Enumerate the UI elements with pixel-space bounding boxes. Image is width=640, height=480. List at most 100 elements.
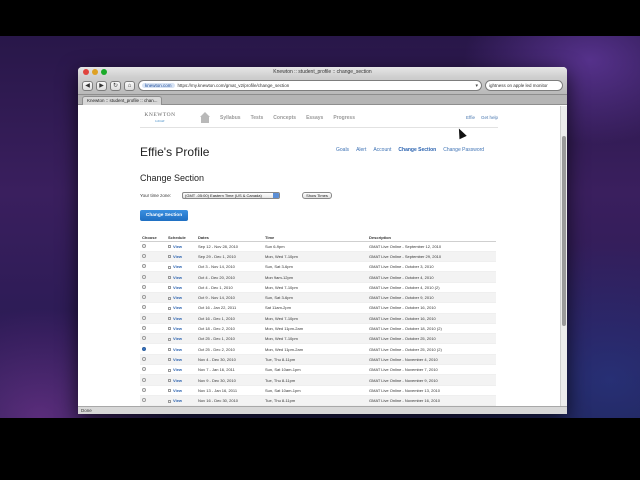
status-bar: Done <box>78 406 567 414</box>
section-radio[interactable] <box>142 305 146 310</box>
view-schedule-link[interactable]: View <box>173 367 182 372</box>
view-schedule-link[interactable]: View <box>173 347 182 352</box>
view-schedule-link[interactable]: View <box>173 305 182 310</box>
minimize-window-button[interactable] <box>92 69 98 75</box>
section-radio[interactable] <box>142 387 146 392</box>
back-arrow-icon[interactable]: ◀ <box>82 80 93 91</box>
section-radio[interactable] <box>142 336 146 341</box>
dates-cell: Sep 29 - Dec 1, 2010 <box>196 251 263 263</box>
change-password-link[interactable]: Change Password <box>443 147 484 153</box>
alert-link[interactable]: Alert <box>356 147 366 153</box>
section-radio[interactable] <box>142 315 146 320</box>
schedule-cell: View <box>166 354 196 366</box>
view-schedule-link[interactable]: View <box>173 388 182 393</box>
view-schedule-link[interactable]: View <box>173 285 182 290</box>
section-radio[interactable] <box>142 274 146 279</box>
section-radio[interactable] <box>142 377 146 382</box>
description-cell: GMAT Live Online - September 12, 2010 <box>367 241 496 252</box>
url-text[interactable]: https://my.knewton.com/gmat_v2/profile/c… <box>178 83 473 88</box>
view-schedule-link[interactable]: View <box>173 295 182 300</box>
view-schedule-link[interactable]: View <box>173 398 182 403</box>
view-schedule-link[interactable]: View <box>173 336 182 341</box>
page-scrollbar[interactable] <box>560 106 567 407</box>
expand-icon[interactable] <box>168 306 171 310</box>
expand-icon[interactable] <box>168 348 171 352</box>
forward-arrow-icon[interactable]: ▶ <box>96 80 107 91</box>
nav-essays[interactable]: Essays <box>306 115 323 121</box>
section-radio[interactable] <box>142 284 146 289</box>
dates-cell: Oct 25 - Dec 2, 2010 <box>196 343 263 355</box>
table-row: View Sep 12 - Nov 28, 2010 Sun 6-9pm GMAT L… <box>140 241 496 252</box>
search-input[interactable]: ightness on apple led monitor <box>485 80 563 91</box>
knewton-logo[interactable]: KNEWTON GMAT <box>140 112 180 124</box>
time-cell: Sun 6-9pm <box>263 241 367 252</box>
table-row: View Oct 25 - Dec 1, 2010 Mon, Wed 7-10pm G… <box>140 333 496 345</box>
expand-icon[interactable] <box>168 255 171 259</box>
change-section-link[interactable]: Change Section <box>398 147 436 153</box>
expand-icon[interactable] <box>168 368 171 372</box>
view-schedule-link[interactable]: View <box>173 316 182 321</box>
goals-link[interactable]: Goals <box>336 147 349 153</box>
schedule-cell: View <box>166 343 196 355</box>
expand-icon[interactable] <box>168 327 171 331</box>
close-window-button[interactable] <box>83 69 89 75</box>
expand-icon[interactable] <box>168 245 171 249</box>
section-radio[interactable] <box>142 253 146 258</box>
home-icon[interactable] <box>198 111 212 124</box>
expand-icon[interactable] <box>168 389 171 393</box>
tab-active[interactable]: Knewton :: student_profile :: chan... <box>82 96 162 105</box>
description-cell: GMAT Live Online - October 16, 2010 <box>367 302 496 314</box>
url-dropdown-icon[interactable]: ▾ <box>475 83 478 89</box>
schedule-cell: View <box>166 374 196 386</box>
view-schedule-link[interactable]: View <box>173 244 182 249</box>
section-radio[interactable] <box>142 326 146 331</box>
expand-icon[interactable] <box>168 265 171 269</box>
expand-icon[interactable] <box>168 275 171 279</box>
expand-icon[interactable] <box>168 399 171 403</box>
nav-syllabus[interactable]: Syllabus <box>220 115 241 121</box>
time-cell: Mon, Wed 11pm-2am <box>263 323 367 335</box>
expand-icon[interactable] <box>168 296 171 300</box>
schedule-cell: View <box>166 282 196 293</box>
table-row: View Oct 4 - Dec 20, 2010 Mon 9am-12pm GMAT… <box>140 271 496 283</box>
expand-icon[interactable] <box>168 337 171 341</box>
view-schedule-link[interactable]: View <box>173 326 182 331</box>
help-link[interactable]: Get help <box>481 115 498 120</box>
col-choose: Choose <box>140 234 166 242</box>
zoom-window-button[interactable] <box>101 69 107 75</box>
nav-tests[interactable]: Tests <box>251 115 264 121</box>
user-menu-link[interactable]: Effie <box>466 115 475 120</box>
section-radio[interactable] <box>142 243 146 248</box>
section-radio[interactable] <box>142 367 146 372</box>
change-section-button[interactable]: Change Section <box>140 210 188 221</box>
col-description: Description <box>367 234 496 242</box>
expand-icon[interactable] <box>168 358 171 362</box>
account-link[interactable]: Account <box>373 147 391 153</box>
view-schedule-link[interactable]: View <box>173 254 182 259</box>
show-times-button[interactable]: Show Times <box>302 192 332 199</box>
site-identity-badge[interactable]: knewton.com <box>142 83 175 88</box>
time-cell: Sun, Sat 10am-1pm <box>263 364 367 376</box>
home-button-icon[interactable]: ⌂ <box>124 80 135 91</box>
browser-window: Knewton :: student_profile :: change_sec… <box>78 67 567 414</box>
timezone-select[interactable]: (GMT -05:00) Eastern Time (US & Canada) <box>182 192 280 199</box>
expand-icon[interactable] <box>168 378 171 382</box>
nav-concepts[interactable]: Concepts <box>273 115 296 121</box>
choose-cell <box>140 302 166 314</box>
view-schedule-link[interactable]: View <box>173 264 182 269</box>
expand-icon[interactable] <box>168 286 171 290</box>
section-radio[interactable] <box>142 398 146 403</box>
nav-progress[interactable]: Progress <box>333 115 355 121</box>
scrollbar-thumb[interactable] <box>562 136 566 326</box>
table-row: View Oct 16 - Dec 1, 2010 Mon, Wed 7-10pm G… <box>140 313 496 324</box>
section-radio[interactable] <box>142 346 146 351</box>
section-radio[interactable] <box>142 356 146 361</box>
address-bar[interactable]: knewton.com https://my.knewton.com/gmat_… <box>138 80 482 91</box>
view-schedule-link[interactable]: View <box>173 357 182 362</box>
section-radio[interactable] <box>142 264 146 269</box>
view-schedule-link[interactable]: View <box>173 275 182 280</box>
section-radio[interactable] <box>142 295 146 300</box>
view-schedule-link[interactable]: View <box>173 378 182 383</box>
expand-icon[interactable] <box>168 317 171 321</box>
reload-icon[interactable]: ↻ <box>110 80 121 91</box>
